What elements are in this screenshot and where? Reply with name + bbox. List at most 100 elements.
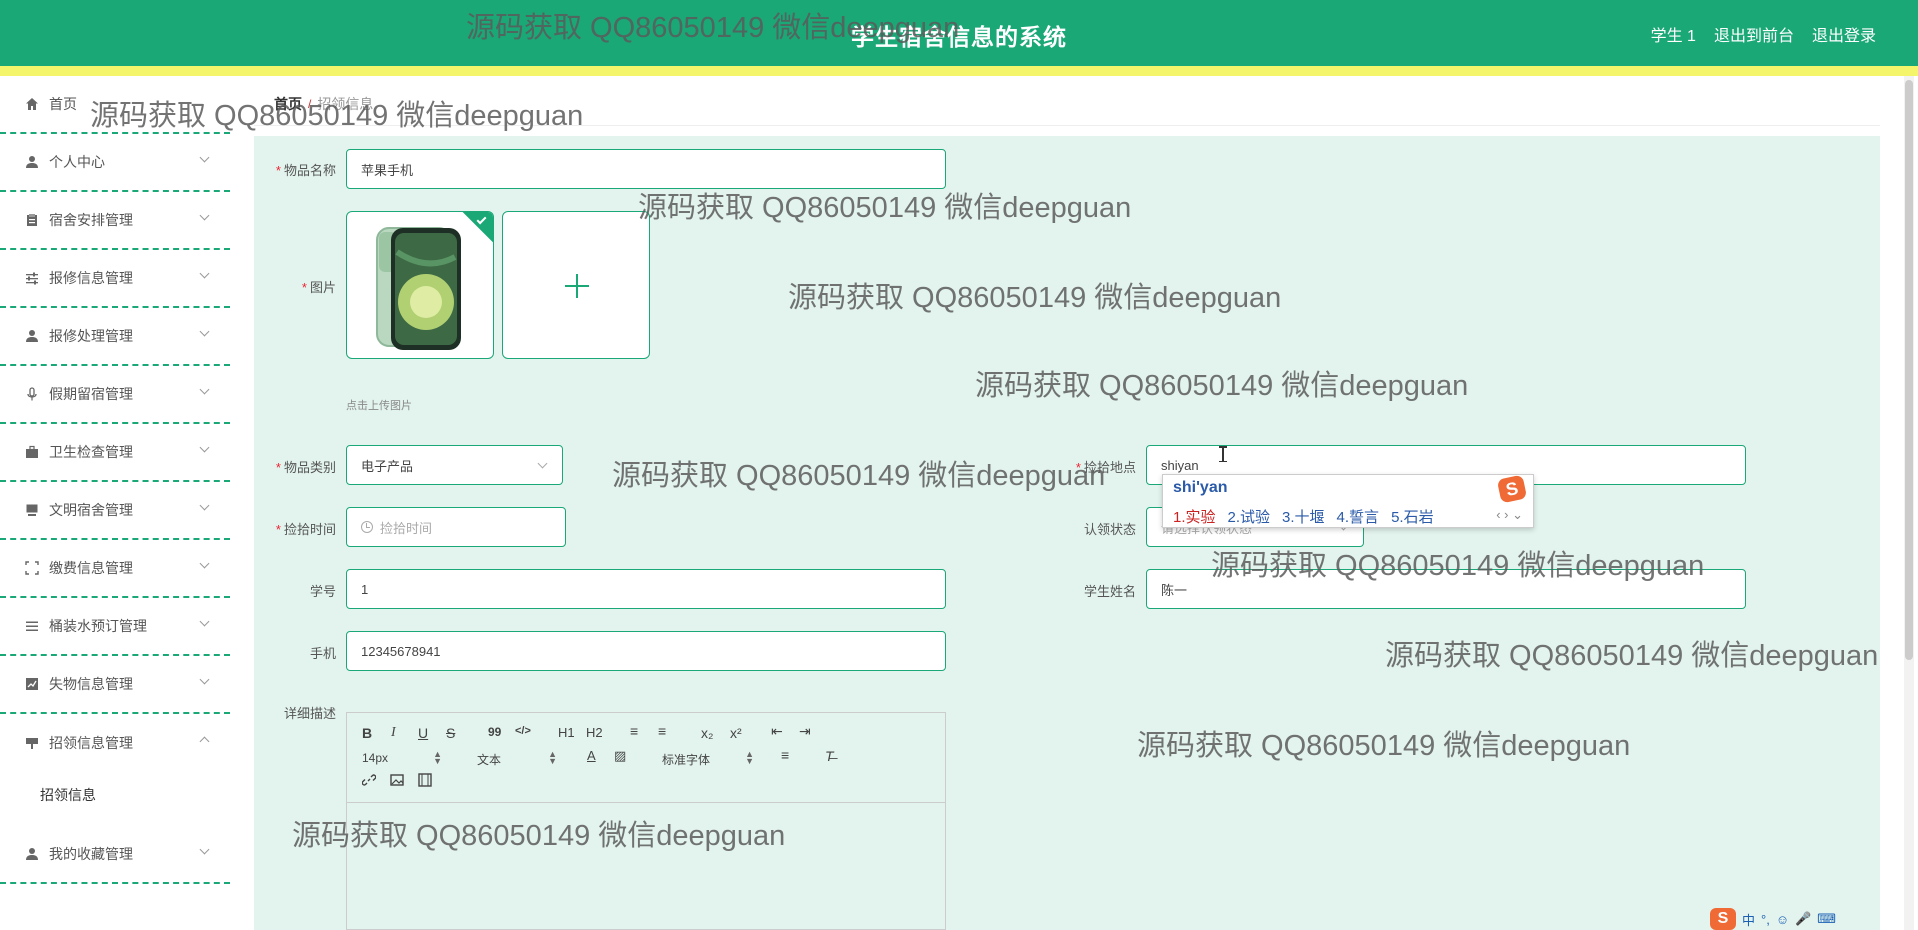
student-name-label: 学生姓名 [1083,584,1136,599]
user-icon [24,846,40,862]
clipboard-icon [24,212,40,228]
bullet-list-button[interactable]: ≡ [658,723,666,739]
code-block-button[interactable]: </> [515,725,531,737]
current-user-link[interactable]: 学生 1 [1651,22,1696,46]
sidebar-item-label: 文明宿舍管理 [49,502,133,518]
site-title: 学生宿舍信息的系统 [851,24,1067,50]
ime-candidate[interactable]: 2.试验 [1228,506,1271,527]
chart-icon [24,676,40,692]
underline-button[interactable]: U [418,725,428,741]
strike-button[interactable]: S [446,725,455,741]
sidebar-item-label: 个人中心 [49,154,105,170]
sidebar-item-repair-info[interactable]: 报修信息管理 [0,250,230,308]
phone-input[interactable]: 12345678941 [346,631,946,671]
chevron-down-icon [199,326,210,337]
align-icon[interactable]: ≡ [781,747,789,763]
category-label: * 物品类别 [275,460,336,475]
sidebar-item-found-items[interactable]: 招领信息管理 [0,714,230,772]
sidebar-item-my-favorites[interactable]: 我的收藏管理 [0,826,230,884]
breadcrumb-current: 招领信息 [317,96,374,112]
ordered-list-button[interactable]: ≡ [630,723,638,739]
pickup-time-picker[interactable]: 捡拾时间 [346,507,566,547]
indent-button[interactable]: ⇥ [799,723,811,740]
breadcrumb-home[interactable]: 首页 [274,94,302,114]
chevron-down-icon [199,152,210,163]
font-color-button[interactable]: A [587,748,596,763]
blockquote-button[interactable]: 99 [488,725,501,739]
chevron-down-icon [199,674,210,685]
font-size-select[interactable]: 14px ▲ ▼ [362,750,442,766]
sidebar-item-repair-handling[interactable]: 报修处理管理 [0,308,230,366]
claim-status-label: 认领状态 [1083,522,1136,537]
ime-candidate[interactable]: 3.十堰 [1282,506,1325,527]
uploaded-image-card[interactable] [346,211,494,359]
user-icon [24,328,40,344]
list-icon [24,618,40,634]
sidebar-item-label: 报修信息管理 [49,270,133,286]
ime-candidate[interactable]: 4.誓言 [1337,506,1380,527]
sidebar-item-label: 卫生检查管理 [49,444,133,460]
item-name-input[interactable]: 苹果手机 [346,149,946,189]
text-type-select[interactable]: 文本 ▲ ▼ [477,750,557,768]
image-icon[interactable] [390,773,404,790]
link-icon[interactable] [361,773,377,790]
bold-button[interactable]: B [362,725,372,741]
ime-keyboard-icon[interactable]: ⌨ [1817,911,1836,927]
sidebar-item-label: 假期留宿管理 [49,386,133,402]
header-links: 学生 1 退出到前台 退出登录 [1651,22,1876,46]
sidebar-item-label: 桶装水预订管理 [49,618,147,634]
ime-candidate[interactable]: 1.实验 [1173,506,1216,527]
header2-button[interactable]: H2 [586,725,603,740]
sidebar-item-label: 报修处理管理 [49,328,133,344]
sidebar-item-label: 缴费信息管理 [49,560,133,576]
sidebar-item-dorm-arrangement[interactable]: 宿舍安排管理 [0,192,230,250]
ime-candidate[interactable]: 5.石岩 [1391,506,1434,527]
scrollbar-thumb[interactable] [1905,80,1913,660]
chevron-down-icon [199,616,210,627]
background-color-icon[interactable]: ▨ [614,748,626,764]
superscript-button[interactable]: x² [730,725,742,741]
italic-button[interactable]: I [391,725,396,741]
category-select[interactable]: 电子产品 [346,445,563,485]
ime-mode-chinese[interactable]: 中 [1742,910,1755,929]
font-family-select[interactable]: 标准字体 ▲ ▼ [662,750,754,768]
sidebar-item-home[interactable]: 首页 [0,76,230,134]
sidebar-item-hygiene-check[interactable]: 卫生检查管理 [0,424,230,482]
outdent-button[interactable]: ⇤ [771,723,783,740]
ime-emoji-icon[interactable]: ☺ [1776,912,1789,927]
video-icon[interactable] [418,773,432,790]
phone-image [376,227,461,350]
sidebar-item-label: 我的收藏管理 [49,846,133,862]
monitor-icon [24,502,40,518]
chevron-up-icon [199,736,210,747]
ime-page-arrows[interactable]: ‹ › ⌄ [1496,507,1523,523]
add-image-button[interactable] [502,211,650,359]
ime-voice-icon[interactable]: 🎤 [1795,911,1811,927]
subscript-button[interactable]: x₂ [701,725,713,741]
sidebar-item-label: 宿舍安排管理 [49,212,133,228]
sidebar-item-lost-items[interactable]: 失物信息管理 [0,656,230,714]
chevron-down-icon [199,210,210,221]
breadcrumb-bar [254,80,1880,126]
sidebar-item-civilized-dorm[interactable]: 文明宿舍管理 [0,482,230,540]
submenu-item-label: 招领信息 [40,787,96,803]
student-no-input[interactable]: 1 [346,569,946,609]
logout-link[interactable]: 退出登录 [1812,22,1876,46]
clear-format-icon[interactable]: T̶ [825,748,834,764]
sidebar-item-personal-center[interactable]: 个人中心 [0,134,230,192]
student-name-input[interactable]: 陈一 [1146,569,1746,609]
tag-icon [24,735,40,751]
submenu-item-found-info[interactable]: 招领信息 [0,770,230,820]
back-to-frontend-link[interactable]: 退出到前台 [1714,22,1794,46]
header1-button[interactable]: H1 [558,725,575,740]
sogou-logo-icon: S [1496,474,1528,504]
sidebar-item-payment-info[interactable]: 缴费信息管理 [0,540,230,598]
chevron-down-icon [199,384,210,395]
item-name-label: * 物品名称 [275,163,336,178]
sidebar-item-water-order[interactable]: 桶装水预订管理 [0,598,230,656]
ime-punctuation-icon[interactable]: °, [1761,912,1770,927]
sidebar-item-holiday-stay[interactable]: 假期留宿管理 [0,366,230,424]
sogou-tray-icon[interactable]: S [1710,908,1736,930]
upload-hint: 点击上传图片 [346,400,412,412]
chevron-down-icon [537,458,548,469]
